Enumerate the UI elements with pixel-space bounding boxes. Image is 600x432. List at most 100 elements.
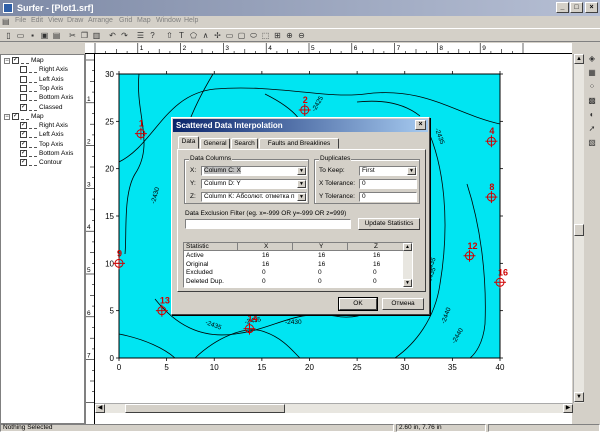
cut-icon[interactable]: ✂ [67, 30, 78, 41]
undo-icon[interactable]: ↶ [107, 30, 118, 41]
ellipse-icon[interactable]: ⬭ [248, 30, 259, 41]
tree-expander-icon[interactable]: − [4, 58, 10, 64]
vertical-scroll-thumb[interactable] [574, 224, 584, 236]
chevron-down-icon[interactable]: ▼ [297, 193, 306, 201]
to-keep-select[interactable]: First ▼ [359, 166, 417, 176]
y-tolerance-input[interactable]: 0 [359, 192, 417, 202]
menu-view[interactable]: View [48, 17, 63, 24]
table-row[interactable]: Active 16 16 16 [184, 252, 404, 260]
tree-visibility-checkbox[interactable]: ✓ [20, 159, 27, 167]
tree-item[interactable]: Right Axis [1, 66, 85, 75]
print-icon[interactable]: ▤ [51, 30, 62, 41]
menu-edit[interactable]: Edit [31, 17, 43, 24]
chevron-down-icon[interactable]: ▼ [297, 167, 306, 175]
reshape-icon[interactable]: ⬚ [260, 30, 271, 41]
stat-header-x[interactable]: X [238, 243, 293, 251]
paste-icon[interactable]: ▥ [91, 30, 102, 41]
chevron-down-icon[interactable]: ▼ [407, 167, 416, 175]
tree-item[interactable]: Left Axis [1, 75, 85, 85]
tree-visibility-checkbox[interactable]: ✓ [20, 150, 27, 157]
menu-file[interactable]: File [15, 17, 26, 24]
tree-item[interactable]: ✓ Top Axis [1, 140, 85, 150]
object-manager-icon[interactable]: ☰ [135, 30, 146, 41]
new-contour-map-icon[interactable]: ◈ [586, 53, 598, 65]
surfer-app-icon[interactable] [3, 3, 13, 13]
data-exclusion-filter-input[interactable] [185, 219, 351, 229]
scroll-right-button[interactable]: ▶ [563, 404, 573, 413]
tree-item[interactable]: − ✓ Map [1, 57, 85, 66]
x-column-select[interactable]: Column C: X ▼ [201, 166, 307, 176]
tree-visibility-checkbox[interactable]: ✓ [20, 140, 27, 148]
tab-search[interactable]: Search [231, 138, 258, 149]
tab-faults-and-breaklines[interactable]: Faults and Breaklines [259, 138, 339, 149]
tree-item[interactable]: Top Axis [1, 84, 85, 94]
tree-item[interactable]: ✓ Contour [1, 159, 85, 168]
chevron-down-icon[interactable]: ▼ [297, 180, 306, 188]
tree-item[interactable]: ✓ Left Axis [1, 131, 85, 140]
scroll-down-button[interactable]: ▼ [403, 279, 412, 287]
tree-expander-icon[interactable]: − [4, 113, 10, 120]
tree-visibility-checkbox[interactable]: ✓ [20, 131, 27, 139]
zoom-out-icon[interactable]: ⊖ [296, 30, 307, 41]
tree-item[interactable]: ✓ Bottom Axis [1, 150, 85, 159]
polyline-icon[interactable]: ∧ [200, 30, 211, 41]
text-tool-icon[interactable]: T [176, 30, 187, 41]
x-tolerance-input[interactable]: 0 [359, 179, 417, 189]
tab-data[interactable]: Data [178, 136, 199, 149]
menu-window[interactable]: Window [156, 17, 181, 24]
tree-item[interactable]: − ✓ Map [1, 112, 85, 122]
select-arrow-icon[interactable]: ⇧ [164, 30, 175, 41]
menu-grid[interactable]: Grid [119, 17, 132, 24]
tree-visibility-checkbox[interactable] [20, 94, 27, 102]
table-row[interactable]: Deleted Dup. 0 0 0 [184, 278, 404, 286]
table-row[interactable]: Original 16 16 16 [184, 261, 404, 269]
tree-visibility-checkbox[interactable]: ✓ [12, 112, 19, 120]
cancel-button[interactable]: Отмена [382, 298, 424, 310]
horizontal-scrollbar[interactable]: ◀ ▶ [95, 403, 573, 413]
new-file-icon[interactable]: ▯ [3, 30, 14, 41]
menu-draw[interactable]: Draw [67, 17, 83, 24]
zoom-in-icon[interactable]: ⊕ [284, 30, 295, 41]
tree-visibility-checkbox[interactable]: ✓ [12, 57, 19, 64]
new-post-map-icon[interactable]: ⁘ [586, 81, 598, 93]
copy-icon[interactable]: ❐ [79, 30, 90, 41]
scroll-up-button[interactable]: ▲ [403, 243, 412, 251]
scroll-left-button[interactable]: ◀ [95, 404, 105, 413]
stat-header-y[interactable]: Y [293, 243, 348, 251]
stat-header-z[interactable]: Z [348, 243, 404, 251]
horizontal-scroll-thumb[interactable] [125, 404, 285, 413]
table-row[interactable]: Excluded 0 0 0 [184, 269, 404, 277]
symbol-icon[interactable]: ✢ [212, 30, 223, 41]
redo-icon[interactable]: ↷ [119, 30, 130, 41]
new-image-map-icon[interactable]: ▩ [586, 95, 598, 107]
rectangle-icon[interactable]: ▭ [224, 30, 235, 41]
new-wireframe-icon[interactable]: ▧ [586, 137, 598, 149]
open-folder-icon[interactable]: ▭ [15, 30, 26, 41]
ok-button[interactable]: OK [338, 297, 378, 311]
tree-visibility-checkbox[interactable] [20, 66, 27, 74]
dialog-close-button[interactable]: × [415, 120, 426, 130]
scroll-down-button[interactable]: ▼ [574, 392, 584, 402]
tree-item[interactable]: ✓ Classed [1, 103, 85, 113]
new-base-map-icon[interactable]: ▦ [586, 67, 598, 79]
statistics-scrollbar[interactable]: ▲ ▼ [403, 243, 412, 287]
polygon-icon[interactable]: ⬠ [188, 30, 199, 41]
tab-general[interactable]: General [200, 138, 230, 149]
menu-help[interactable]: Help [184, 17, 198, 24]
scroll-up-button[interactable]: ▲ [574, 54, 584, 64]
close-button[interactable]: × [585, 2, 598, 13]
y-column-select[interactable]: Column D: Y ▼ [201, 179, 307, 189]
tree-visibility-checkbox[interactable] [20, 75, 27, 83]
zoom-rectangle-icon[interactable]: ⊞ [272, 30, 283, 41]
print-preview-icon[interactable]: ▣ [39, 30, 50, 41]
maximize-button[interactable]: □ [570, 2, 583, 13]
menu-arrange[interactable]: Arrange [88, 17, 113, 24]
new-shaded-relief-icon[interactable]: ◐ [586, 109, 598, 121]
help-pointer-icon[interactable]: ? [147, 30, 158, 41]
tree-visibility-checkbox[interactable]: ✓ [20, 122, 27, 130]
save-icon[interactable]: ▪ [27, 30, 38, 41]
document-menu-icon[interactable]: ▤ [2, 17, 13, 27]
statistics-table[interactable]: Statistic X Y Z Active 16 16 16 Original 16 16… [183, 242, 413, 288]
tree-visibility-checkbox[interactable] [20, 84, 27, 92]
vertical-scrollbar[interactable]: ▲ ▼ [573, 54, 584, 403]
